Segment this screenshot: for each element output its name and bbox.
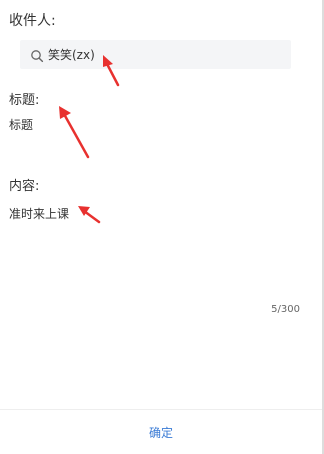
compose-message-panel: 收件人: 笑笑(zx) 标题: 标题 内容: 准时来上课 5/300 确定	[0, 0, 324, 454]
title-label: 标题:	[9, 93, 40, 108]
search-icon	[30, 48, 44, 62]
confirm-button[interactable]: 确定	[0, 410, 322, 454]
title-input[interactable]: 标题	[9, 116, 33, 133]
recipients-label: 收件人:	[9, 13, 56, 29]
arrow-to-content	[78, 206, 101, 224]
recipient-search-input[interactable]: 笑笑(zx)	[20, 40, 291, 69]
recipient-value: 笑笑(zx)	[48, 48, 95, 62]
content-textarea[interactable]: 准时来上课	[9, 205, 69, 222]
arrow-to-title	[59, 106, 90, 159]
char-count: 5/300	[271, 304, 300, 315]
content-label: 内容:	[9, 179, 40, 194]
